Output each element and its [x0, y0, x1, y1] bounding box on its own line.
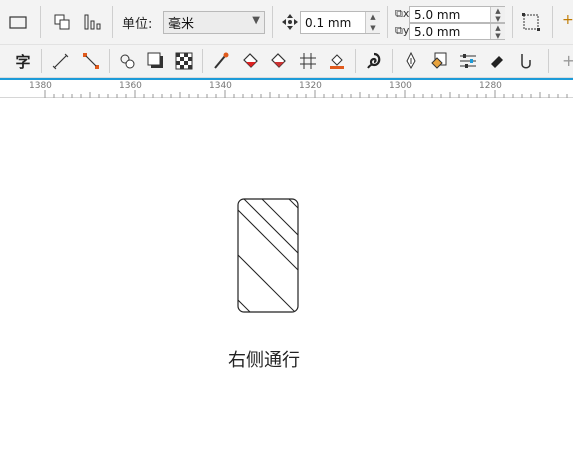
units-select[interactable]: 毫米 ▼: [163, 11, 265, 34]
blend-tool-button[interactable]: [115, 50, 141, 72]
mesh-fill-button[interactable]: [295, 50, 321, 72]
dimension-tool-button[interactable]: [48, 50, 74, 72]
page-frame-button[interactable]: [6, 12, 30, 32]
eyedropper-icon: [214, 52, 229, 69]
add-tool-icon[interactable]: +: [562, 51, 573, 70]
nudge-arrows-icon: [282, 14, 298, 30]
smart-fill-icon: [330, 54, 344, 69]
align-distribute-button[interactable]: [80, 11, 104, 33]
connector-tool-button[interactable]: [78, 50, 104, 72]
ruler-tick-label: 1360: [119, 81, 142, 91]
ruler-tick-label: 1280: [479, 81, 502, 91]
text-tool-glyph: 字: [15, 52, 31, 71]
units-value: 毫米: [168, 17, 195, 32]
dup-y-spinner[interactable]: ▲ ▼: [490, 24, 505, 40]
text-tool-button[interactable]: 字: [10, 50, 36, 72]
interactive-fill-button[interactable]: [266, 50, 292, 72]
page-border-button[interactable]: [519, 11, 543, 33]
nudge-distance-value: 0.1 mm: [305, 15, 352, 30]
nudge-spinner[interactable]: ▲ ▼: [365, 12, 380, 33]
transparency-checker-icon: [175, 52, 193, 70]
effects-tool-button[interactable]: [361, 50, 387, 72]
nudge-button: [280, 12, 300, 32]
group-objects-button[interactable]: [50, 11, 74, 33]
hatched-rectangle-symbol[interactable]: [232, 193, 304, 319]
copy-objects-icon: [54, 14, 70, 30]
transparency-tool-button[interactable]: [171, 50, 197, 72]
drop-shadow-tool-button[interactable]: [143, 50, 169, 72]
fill-properties-icon: [431, 52, 447, 69]
ruler-tick-label: 1320: [299, 81, 322, 91]
toolbox: 字 +: [0, 45, 573, 78]
hatch-line: [238, 209, 298, 271]
ruler-tick-label: 1300: [389, 81, 412, 91]
horizontal-ruler[interactable]: 1380 1360 1340 1320 1300 1280: [0, 78, 573, 98]
interactive-fill-icon: [271, 53, 286, 68]
eyedropper-tool-button[interactable]: [208, 50, 234, 72]
page-border-icon: [522, 13, 540, 31]
dup-y-value: 5.0 mm: [414, 24, 461, 39]
dup-x-icon: ⧉x: [395, 7, 410, 20]
sliders-icon: [460, 54, 476, 68]
dup-x-value: 5.0 mm: [414, 7, 461, 22]
rectangle-icon: [9, 16, 27, 29]
chevron-down-icon: ▼: [252, 15, 260, 26]
paint-bucket-icon: [243, 53, 258, 68]
property-bar: 单位: 毫米 ▼ 0.1 mm ▲ ▼ ⧉x 5.0 mm ▲ ▼ ⧉y 5.0 m…: [0, 0, 573, 45]
units-label: 单位:: [122, 17, 153, 32]
fill-properties-button[interactable]: [426, 50, 452, 72]
align-bottom-icon: [84, 14, 101, 30]
symbol-caption[interactable]: 右侧通行: [228, 346, 300, 372]
dup-y-icon: ⧉y: [395, 24, 410, 37]
ruler-tick-label: 1340: [209, 81, 232, 91]
dup-x-spinner[interactable]: ▲ ▼: [490, 7, 505, 23]
parallel-dimension-icon: [52, 53, 69, 70]
smart-fill-button[interactable]: [324, 50, 350, 72]
mesh-icon: [300, 53, 316, 69]
pen-tool-button[interactable]: [398, 50, 424, 72]
spiral-effect-icon: [367, 52, 381, 69]
ruler-tick-label: 1380: [29, 81, 52, 91]
blend-icon: [120, 54, 135, 69]
eraser-tool-button[interactable]: [484, 50, 510, 72]
object-properties-button[interactable]: [455, 50, 481, 72]
drop-shadow-icon: [147, 52, 163, 68]
more-options-icon[interactable]: +: [562, 12, 573, 28]
eraser-icon: [491, 56, 503, 68]
pen-nib-icon: [406, 51, 416, 70]
hook-icon: [521, 54, 531, 69]
hook-tool-button[interactable]: [513, 50, 539, 72]
connector-icon: [83, 53, 99, 69]
fill-tool-button[interactable]: [238, 50, 264, 72]
